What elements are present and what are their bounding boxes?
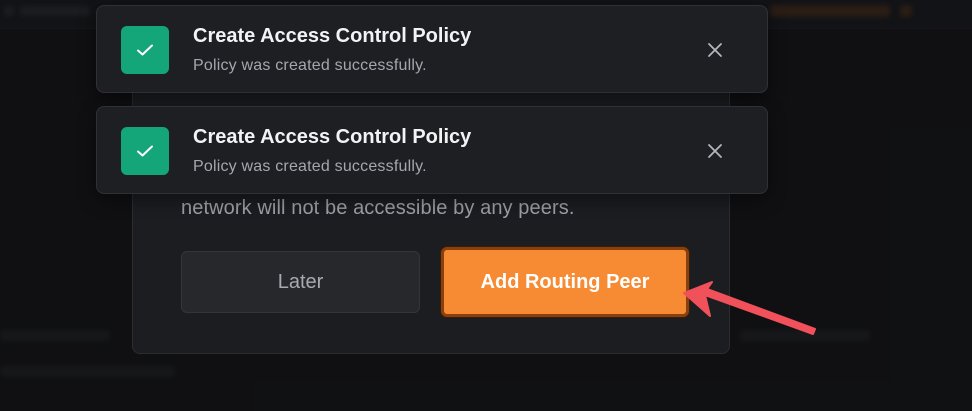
later-button[interactable]: Later <box>181 251 420 313</box>
close-icon[interactable] <box>707 143 723 159</box>
check-icon <box>137 44 153 56</box>
toast-close-button[interactable] <box>703 139 727 163</box>
toast-close-button[interactable] <box>703 38 727 62</box>
toast-notification: Create Access Control Policy Policy was … <box>96 5 768 93</box>
toast-message: Policy was created successfully. <box>193 158 427 175</box>
toast-title: Create Access Control Policy <box>193 25 472 47</box>
success-badge <box>121 127 169 175</box>
check-icon <box>137 145 153 157</box>
add-routing-peer-button[interactable]: Add Routing Peer <box>441 247 689 317</box>
dialog-body-text: network will not be accessible by any pe… <box>181 197 575 219</box>
toast-notification: Create Access Control Policy Policy was … <box>96 106 768 194</box>
toast-title: Create Access Control Policy <box>193 126 472 148</box>
close-icon[interactable] <box>707 42 723 58</box>
toast-message: Policy was created successfully. <box>193 57 427 74</box>
success-badge <box>121 26 169 74</box>
